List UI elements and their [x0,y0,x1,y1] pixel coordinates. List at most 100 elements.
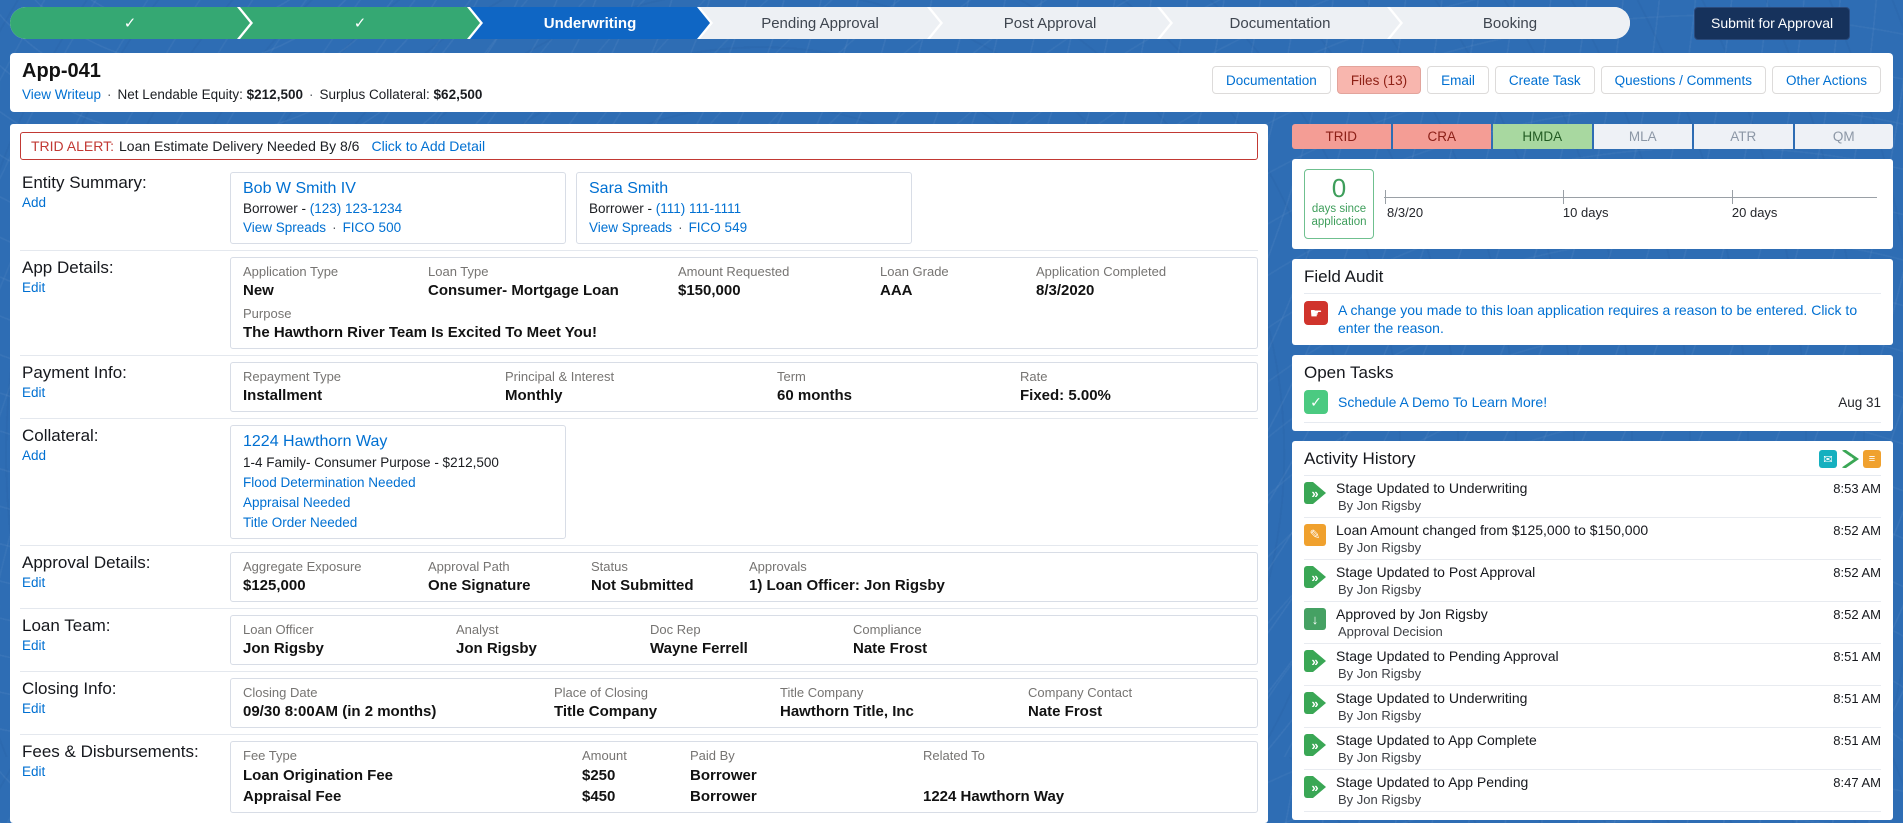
tab-mla[interactable]: MLA [1593,124,1692,149]
path-stage-underwriting[interactable]: Underwriting [470,7,710,39]
closing-info-title: Closing Info: [22,679,117,698]
task-link[interactable]: Schedule A Demo To Learn More! [1338,394,1828,410]
closing-info-box: Closing Date 09/30 8:00AM (in 2 months) P… [230,678,1258,728]
fees-edit-link[interactable]: Edit [22,764,45,779]
loan-team-edit-link[interactable]: Edit [22,638,45,653]
collateral-address-link[interactable]: 1224 Hawthorn Way [243,433,387,450]
path-stage-pending-approval[interactable]: Pending Approval [700,7,940,39]
view-writeup-link[interactable]: View Writeup [22,87,101,102]
field-label: Approval Path [428,559,510,574]
borrower-card: Sara Smith Borrower - (111) 111-1111 Vie… [576,172,912,244]
activity-line1: Stage Updated to Underwriting [1336,690,1528,706]
path-stage-post-approval[interactable]: Post Approval [930,7,1170,39]
app-details-edit-link[interactable]: Edit [22,280,45,295]
field-audit-message-link[interactable]: A change you made to this loan applicati… [1338,301,1881,337]
path-stage-booking[interactable]: Booking [1390,7,1630,39]
section-closing-info: Closing Info: Edit Closing Date 09/30 8:0… [20,672,1258,735]
create-task-button[interactable]: Create Task [1494,66,1595,94]
questions-comments-button[interactable]: Questions / Comments [1600,66,1766,94]
field-value: Nate Frost [853,640,928,657]
stage-update-icon: » [1304,692,1326,714]
title-order-link[interactable]: Title Order Needed [243,514,553,532]
field-label: Company Contact [1028,685,1133,700]
documentation-button[interactable]: Documentation [1212,66,1331,94]
tab-cra[interactable]: CRA [1392,124,1491,149]
field-repayment-type: Repayment Type Installment [243,369,505,405]
field-compliance: Compliance Nate Frost [853,622,1245,658]
activity-time: 8:51 AM [1833,649,1881,664]
stage-update-icon: » [1304,566,1326,588]
tab-trid[interactable]: TRID [1292,124,1391,149]
task-due-date: Aug 31 [1838,394,1881,410]
log-activity-icon[interactable]: ≡ [1863,450,1881,468]
borrower-name-link[interactable]: Bob W Smith IV [243,180,356,197]
days-since-application-box: 0 days since application [1304,169,1374,239]
trid-alert-message: Loan Estimate Delivery Needed By 8/6 [119,138,360,154]
activity-line1: Stage Updated to Pending Approval [1336,648,1559,664]
borrower-role: Borrower - [243,201,307,216]
activity-line2: Approval Decision [1338,624,1443,639]
tab-hmda[interactable]: HMDA [1493,124,1592,149]
payment-info-title: Payment Info: [22,363,127,382]
field-place-of-closing: Place of Closing Title Company [554,685,780,721]
view-spreads-link[interactable]: View Spreads [589,220,672,235]
section-collateral: Collateral: Add 1224 Hawthorn Way 1-4 Fa… [20,419,1258,546]
collateral-add-link[interactable]: Add [22,448,46,463]
separator-dot: · [308,87,314,102]
activity-line1: Stage Updated to App Pending [1336,774,1529,790]
field-value: The Hawthorn River Team Is Excited To Me… [243,324,597,341]
section-entity-summary: Entity Summary: Add Bob W Smith IV Borro… [20,166,1258,251]
timeline-tick [1562,190,1564,204]
trid-alert-add-detail-link[interactable]: Click to Add Detail [371,138,485,154]
files-button[interactable]: Files (13) [1336,66,1422,94]
field-value: 8/3/2020 [1036,282,1095,299]
tab-qm[interactable]: QM [1794,124,1893,149]
path-stage-complete-1[interactable]: ✓ [10,7,250,39]
submit-for-approval-button[interactable]: Submit for Approval [1694,6,1851,40]
activity-history-card: Activity History ✉ » ≡ » Stage Updated t… [1292,441,1893,820]
email-activity-icon[interactable]: ✉ [1819,450,1837,468]
field-label: Loan Type [428,264,489,279]
fees-header-amount: Amount [582,748,627,763]
task-icon: ✓ [1304,390,1328,414]
field-closing-date: Closing Date 09/30 8:00AM (in 2 months) [243,685,554,721]
activity-item: » Stage Updated to Underwriting By Jon Ri… [1304,476,1881,518]
borrower-phone-link[interactable]: (111) 111-1111 [656,201,741,216]
other-actions-button[interactable]: Other Actions [1771,66,1881,94]
field-value: AAA [880,282,913,299]
field-approval-path: Approval Path One Signature [428,559,591,595]
field-label: Status [591,559,628,574]
approval-details-edit-link[interactable]: Edit [22,575,45,590]
activity-line2: By Jon Rigsby [1338,540,1422,555]
activity-item: » Stage Updated to App Complete By Jon Ri… [1304,728,1881,770]
stage-activity-icon[interactable]: » [1841,450,1859,468]
fees-header-fee-type: Fee Type [243,748,297,763]
timeline-mid-label: 10 days [1562,205,1609,220]
borrower-phone-link[interactable]: (123) 123-1234 [310,201,402,216]
approval-details-box: Aggregate Exposure $125,000 Approval Path… [230,552,1258,602]
path-stage-documentation[interactable]: Documentation [1160,7,1400,39]
fico-link[interactable]: FICO 549 [689,220,748,235]
field-loan-type: Loan Type Consumer- Mortgage Loan [428,264,678,300]
field-value: Hawthorn Title, Inc [780,703,914,720]
closing-info-edit-link[interactable]: Edit [22,701,45,716]
activity-line2: By Jon Rigsby [1338,792,1422,807]
appraisal-needed-link[interactable]: Appraisal Needed [243,494,553,512]
tab-atr[interactable]: ATR [1694,124,1793,149]
fee-row-cell: Loan Origination Fee [243,767,394,784]
borrower-name-link[interactable]: Sara Smith [589,180,668,197]
field-aggregate-exposure: Aggregate Exposure $125,000 [243,559,428,595]
view-spreads-link[interactable]: View Spreads [243,220,326,235]
net-lendable-label: Net Lendable Equity: [117,87,243,102]
path-stage-complete-2[interactable]: ✓ [240,7,480,39]
flood-determination-link[interactable]: Flood Determination Needed [243,474,553,492]
field-status: Status Not Submitted [591,559,749,595]
field-value: Jon Rigsby [456,640,537,657]
field-value: Installment [243,387,323,404]
payment-info-edit-link[interactable]: Edit [22,385,45,400]
fees-title: Fees & Disbursements: [22,742,199,761]
loan-detail-panel: TRID ALERT: Loan Estimate Delivery Neede… [10,124,1268,823]
entity-summary-add-link[interactable]: Add [22,195,46,210]
fico-link[interactable]: FICO 500 [343,220,402,235]
email-button[interactable]: Email [1427,66,1489,94]
